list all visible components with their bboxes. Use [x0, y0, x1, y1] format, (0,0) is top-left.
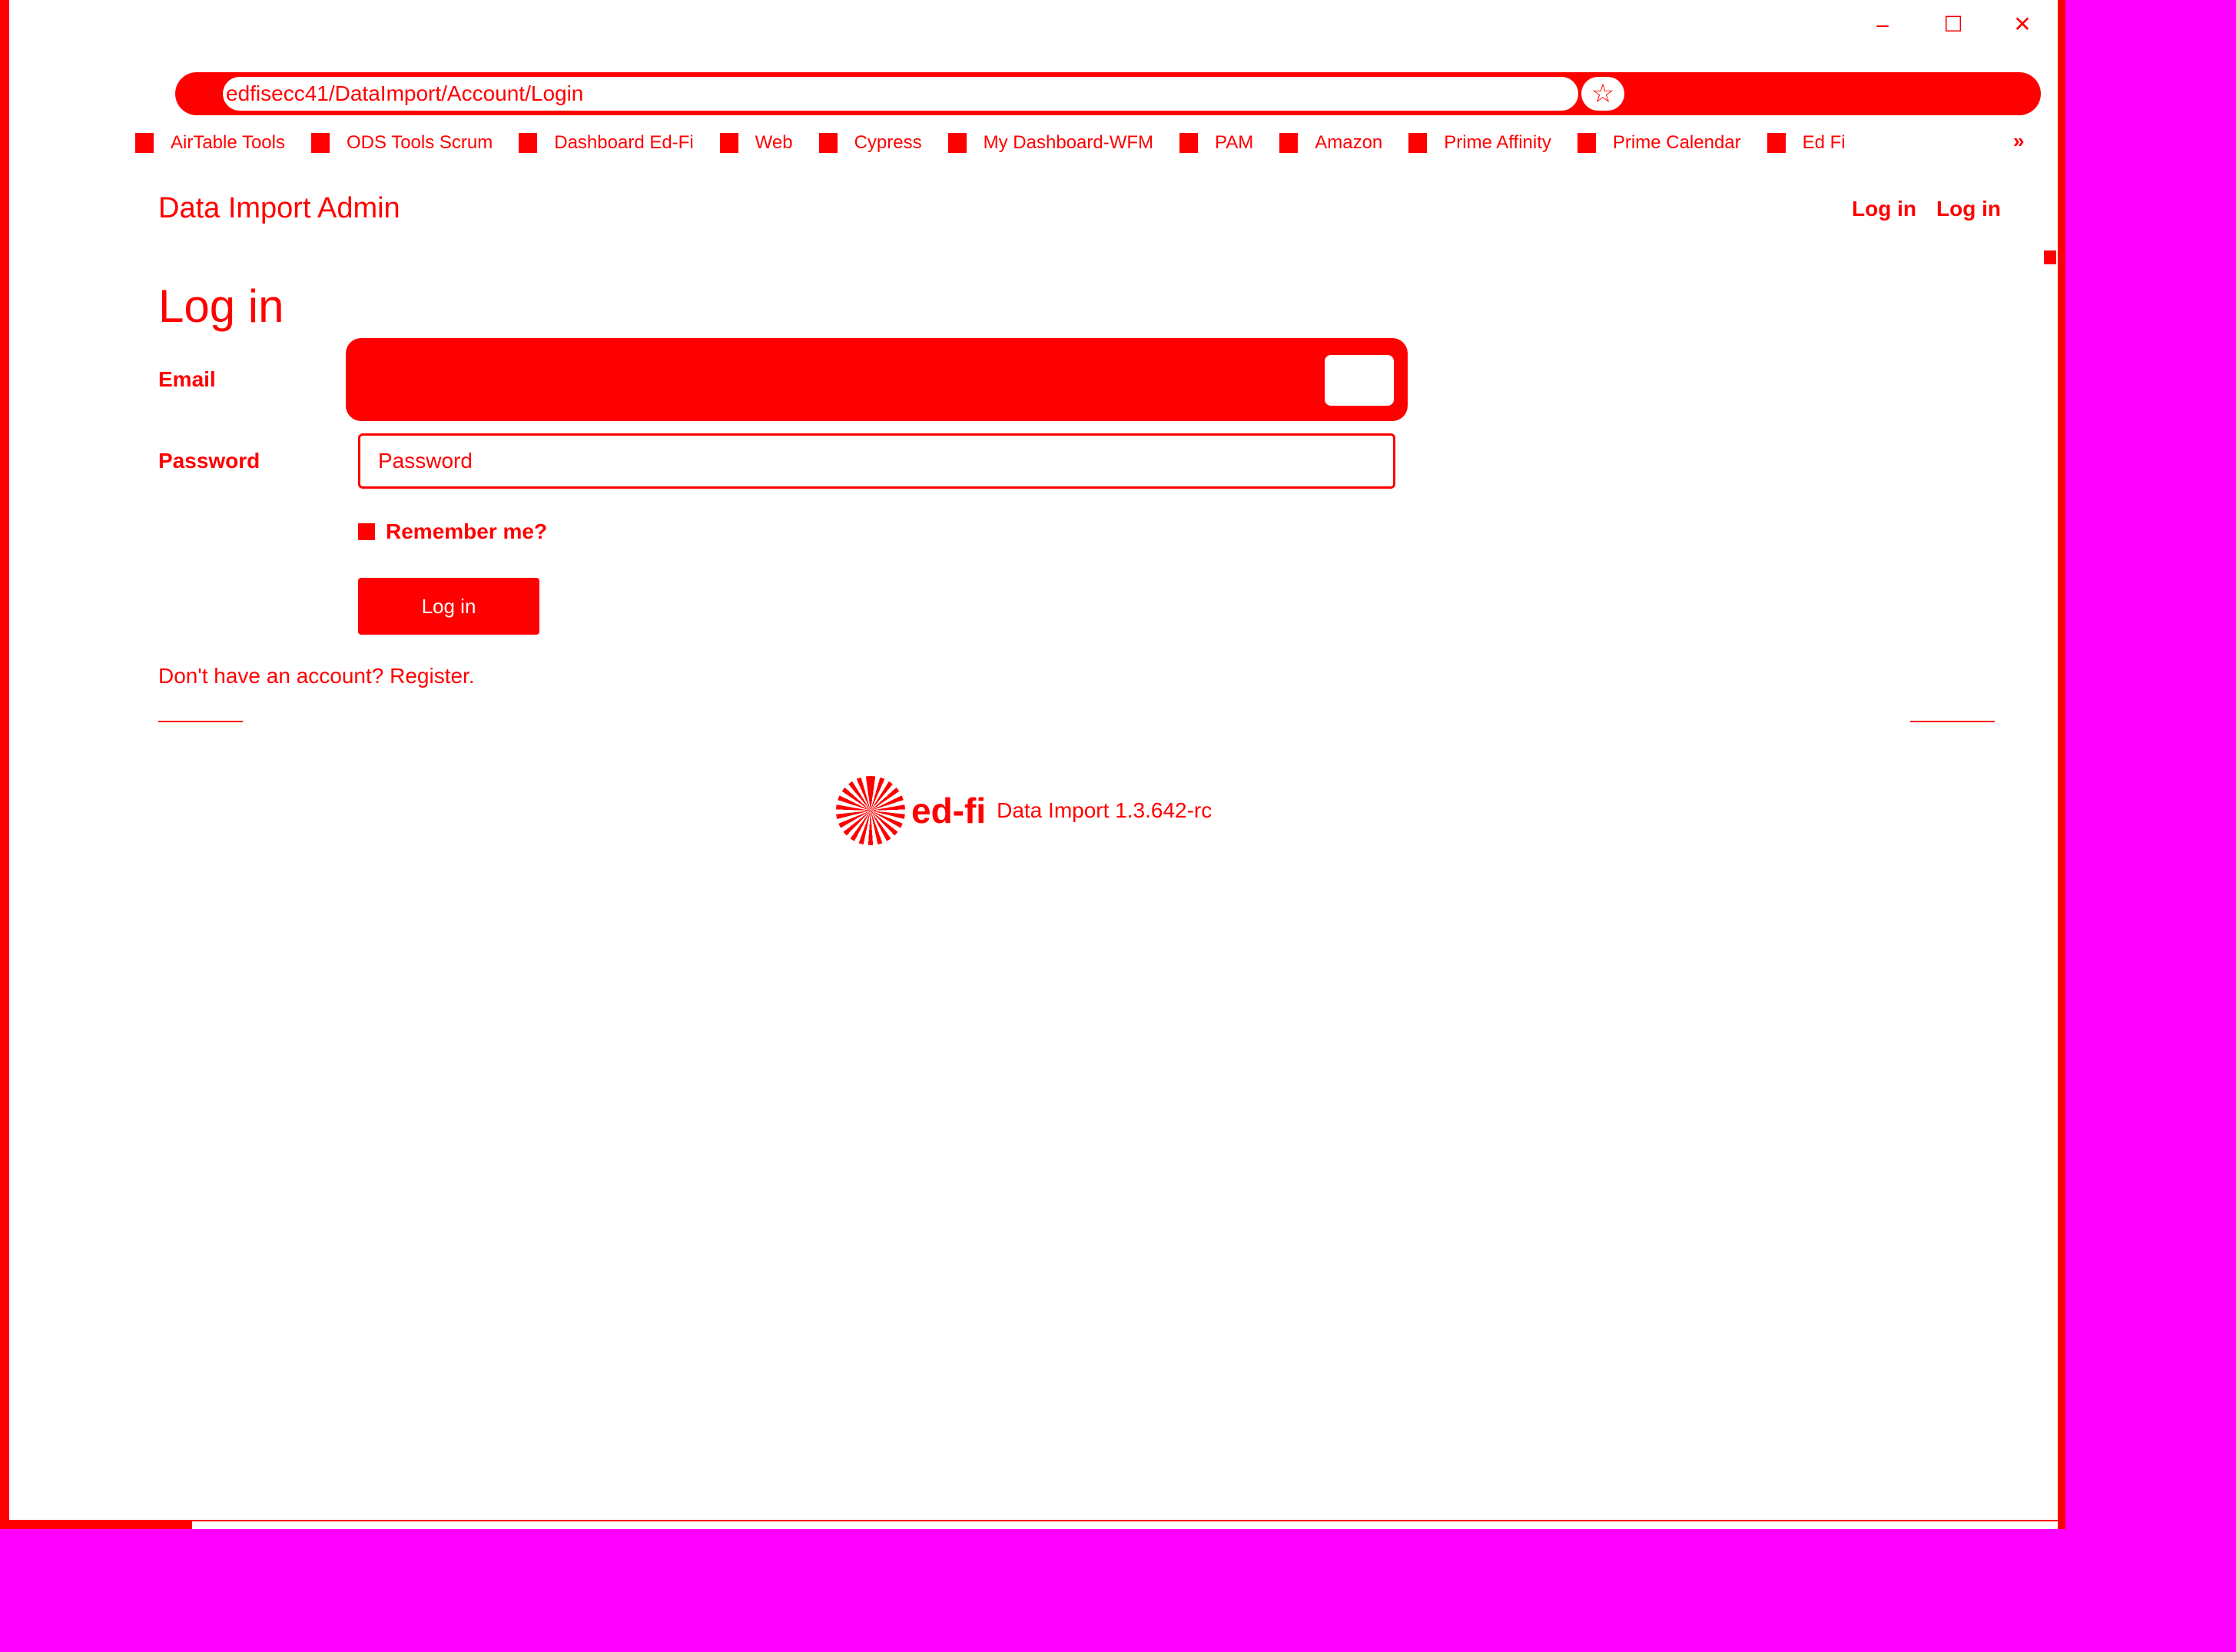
password-placeholder: Password — [378, 449, 473, 473]
bookmark-star-icon[interactable]: ☆ — [1581, 77, 1624, 111]
bookmark-folder-icon — [1577, 133, 1596, 153]
bookmark-item[interactable]: Web — [719, 132, 793, 154]
divider-right — [1910, 721, 1995, 722]
email-field-addon — [1325, 355, 1394, 406]
bookmark-item[interactable]: AirTable Tools — [135, 132, 285, 154]
bookmark-item[interactable]: ODS Tools Scrum — [310, 132, 493, 154]
bookmark-label: Amazon — [1315, 132, 1383, 153]
bookmark-item[interactable]: Prime Affinity — [1408, 132, 1551, 154]
bookmark-folder-icon — [519, 133, 538, 153]
bookmark-item[interactable]: PAM — [1179, 132, 1253, 154]
version-text: Data Import 1.3.642-rc — [997, 798, 1213, 822]
bookmark-item[interactable]: Prime Calendar — [1577, 132, 1741, 154]
bookmark-label: Cypress — [854, 132, 922, 153]
bookmarks-overflow-button[interactable]: » — [2013, 129, 2024, 153]
bookmark-folder-icon — [947, 133, 967, 153]
bookmark-folder-icon — [1408, 133, 1428, 153]
bookmark-folder-icon — [310, 133, 330, 153]
bookmark-label: Ed Fi — [1802, 132, 1846, 153]
bookmark-item[interactable]: My Dashboard-WFM — [947, 132, 1153, 154]
login-button[interactable]: Log in — [358, 578, 539, 635]
browser-window — [0, 0, 2065, 1529]
bookmark-folder-icon — [1279, 133, 1299, 153]
bookmark-label: ODS Tools Scrum — [346, 132, 493, 153]
bookmark-folder-icon — [1767, 133, 1786, 153]
edfi-logo-text: ed-fi — [911, 791, 987, 831]
scroll-indicator — [2044, 250, 2056, 264]
maximize-button[interactable]: ☐ — [1938, 11, 1969, 38]
page-title: Log in — [158, 280, 284, 332]
bookmark-label: PAM — [1215, 132, 1254, 153]
bookmark-item[interactable]: Amazon — [1279, 132, 1382, 154]
login-nav-link[interactable]: Log in — [1852, 197, 1916, 221]
bookmark-folder-icon — [135, 133, 154, 153]
bookmark-item[interactable]: Ed Fi — [1767, 132, 1846, 154]
bookmark-label: My Dashboard-WFM — [983, 132, 1153, 153]
bookmark-label: Dashboard Ed-Fi — [554, 132, 694, 153]
email-field[interactable] — [346, 338, 1408, 421]
bookmark-item[interactable]: Dashboard Ed-Fi — [519, 132, 694, 154]
edfi-logo-icon — [836, 776, 905, 845]
divider-left — [158, 721, 243, 722]
minimize-button[interactable]: – — [1867, 11, 1898, 38]
login-nav-link-secondary[interactable]: Log in — [1936, 197, 2001, 221]
remember-me-label: Remember me? — [386, 519, 548, 543]
bookmark-label: Prime Affinity — [1444, 132, 1551, 153]
status-bar-indicator — [9, 1521, 192, 1529]
register-link[interactable]: Don't have an account? Register. — [158, 664, 475, 688]
bookmark-item[interactable]: Cypress — [818, 132, 922, 154]
bookmark-label: Prime Calendar — [1612, 132, 1741, 153]
close-button[interactable]: ✕ — [2007, 11, 2038, 38]
email-label: Email — [158, 367, 216, 391]
app-brand[interactable]: Data Import Admin — [158, 192, 400, 225]
bookmark-label: Web — [755, 132, 793, 153]
footer: ed-fi Data Import 1.3.642-rc — [836, 776, 1212, 845]
url-text[interactable]: edfisecc41/DataImport/Account/Login — [223, 77, 1578, 111]
checkbox-icon[interactable] — [358, 523, 375, 540]
bookmark-folder-icon — [719, 133, 738, 153]
bookmark-label: AirTable Tools — [171, 132, 285, 153]
bookmarks-bar: AirTable Tools ODS Tools Scrum Dashboard E… — [135, 129, 1872, 157]
password-label: Password — [158, 449, 260, 473]
remember-me-checkbox[interactable]: Remember me? — [358, 519, 547, 544]
password-field[interactable] — [358, 433, 1395, 489]
bookmark-folder-icon — [1179, 133, 1198, 153]
bookmark-folder-icon — [818, 133, 838, 153]
status-bar — [9, 1520, 2058, 1521]
